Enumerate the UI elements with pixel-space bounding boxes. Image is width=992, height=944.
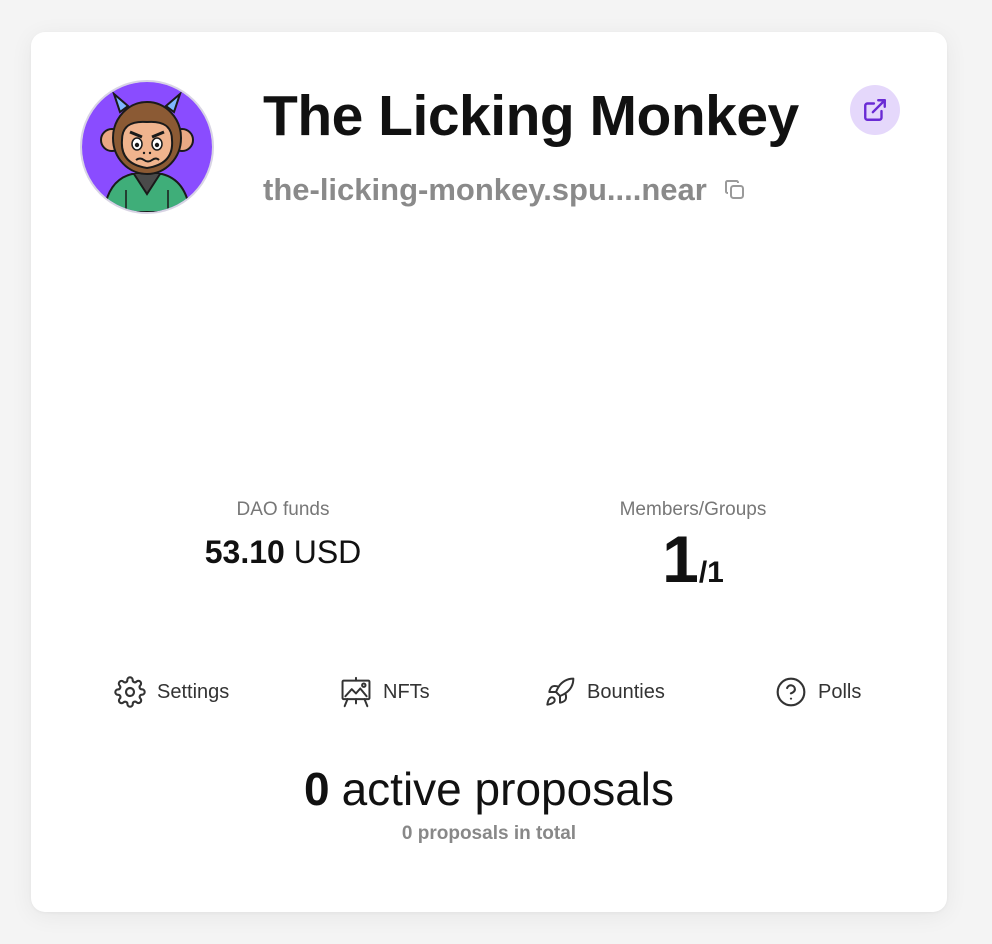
rocket-icon (543, 675, 577, 709)
polls-link[interactable]: Polls (774, 675, 861, 709)
question-icon (774, 675, 808, 709)
dao-funds-stat: DAO funds 53.10 USD (143, 498, 423, 572)
polls-label: Polls (818, 680, 862, 703)
members-groups-label: Members/Groups (619, 499, 767, 520)
active-proposals-count: 0 (304, 763, 330, 815)
dao-address-row: the-licking-monkey.spu....near (263, 170, 748, 210)
active-proposals: 0 active proposals (31, 762, 947, 816)
proposals-summary: 0 active proposals 0 proposals in total (31, 762, 947, 846)
dao-funds-label: DAO funds (236, 499, 330, 520)
dao-funds-value: 53.10 USD (143, 532, 423, 572)
external-link-icon (864, 99, 886, 121)
settings-label: Settings (157, 680, 230, 703)
dao-title: The Licking Monkey (263, 84, 799, 148)
copy-address-button[interactable] (722, 177, 748, 203)
dao-funds-amount: 53.10 (204, 534, 285, 570)
active-proposals-text: active proposals (341, 763, 674, 815)
members-groups-stat: Members/Groups 1/1 (553, 498, 833, 613)
bounties-label: Bounties (587, 680, 665, 703)
dao-card: The Licking Monkey the-licking-monkey.sp… (31, 32, 947, 912)
nfts-label: NFTs (383, 680, 430, 703)
easel-icon (339, 675, 373, 709)
monkey-avatar-icon (82, 82, 212, 212)
open-external-button[interactable] (850, 85, 900, 135)
bounties-link[interactable]: Bounties (543, 675, 665, 709)
copy-icon (724, 180, 744, 199)
members-groups-value: 1/1 (553, 524, 833, 613)
members-count: 1 (662, 522, 699, 596)
dao-actions: Settings NFTs Bounties Polls (31, 675, 947, 709)
nfts-link[interactable]: NFTs (339, 675, 430, 709)
dao-address: the-licking-monkey.spu....near (263, 172, 707, 207)
gear-icon (113, 675, 147, 709)
total-proposals: 0 proposals in total (401, 823, 577, 844)
dao-funds-currency: USD (293, 534, 362, 570)
settings-link[interactable]: Settings (113, 675, 229, 709)
groups-count: /1 (698, 556, 724, 589)
dao-avatar (80, 80, 214, 214)
